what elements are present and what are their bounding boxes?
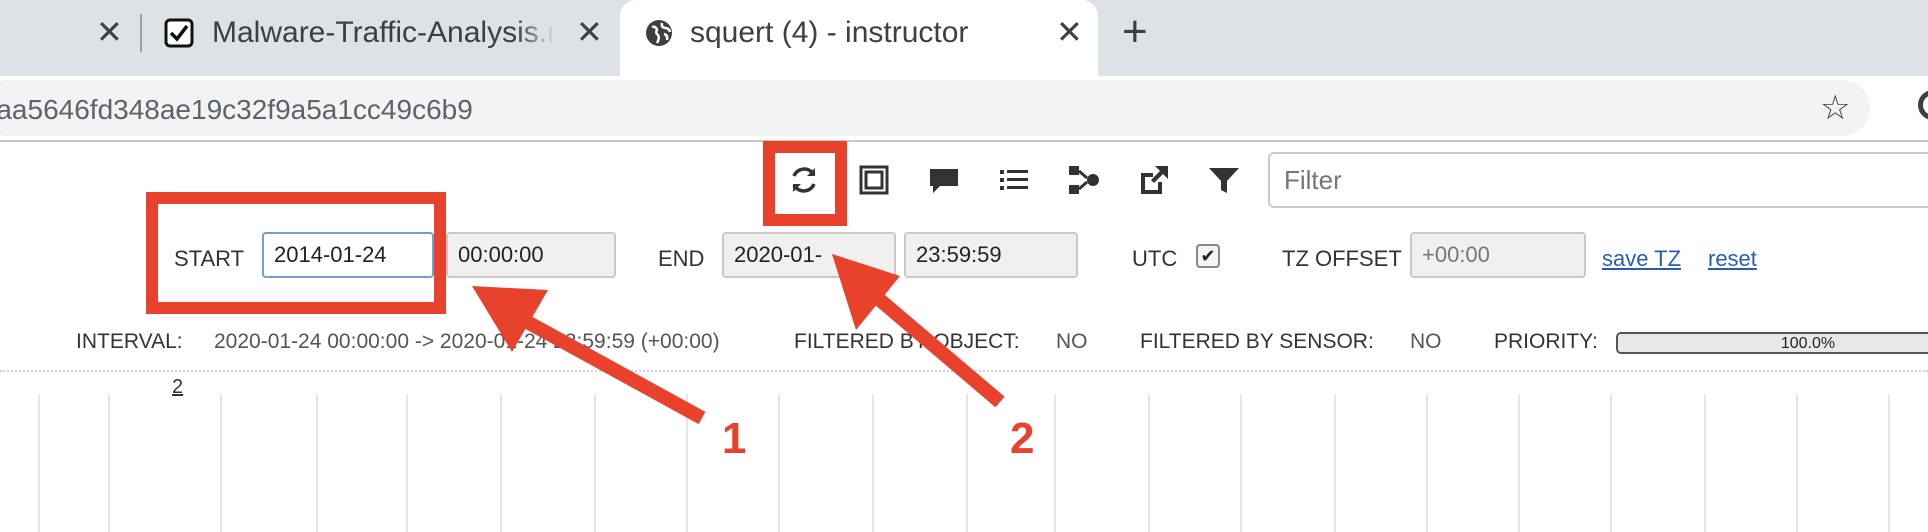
start-time-input[interactable]: 00:00:00 (446, 232, 616, 278)
tab-separator (140, 14, 142, 52)
grid-line (500, 394, 502, 532)
filter-input[interactable] (1268, 152, 1928, 208)
tz-offset-input[interactable]: +00:00 (1410, 232, 1586, 278)
tab-close-icon[interactable]: ✕ (96, 16, 123, 48)
grid-line (406, 394, 408, 532)
tab-title: Malware-Traffic-Analysis.n (212, 16, 552, 49)
grid-line (1426, 394, 1428, 532)
priority-bar: 100.0% (1616, 332, 1928, 354)
bookmark-star-icon[interactable]: ☆ (1820, 88, 1850, 128)
browser-tab-malware[interactable]: Malware-Traffic-Analysis.n ✕ (146, 0, 616, 66)
save-tz-link[interactable]: save TZ (1602, 246, 1681, 272)
grid-line (1796, 394, 1798, 532)
grid-line (778, 394, 780, 532)
utc-label: UTC (1132, 246, 1178, 271)
divider (0, 370, 1928, 372)
end-date-input[interactable]: 2020-01- (722, 232, 896, 278)
annotation-number-2: 2 (1010, 414, 1035, 463)
reset-link[interactable]: reset (1708, 246, 1757, 272)
funnel-icon[interactable] (1206, 160, 1242, 200)
external-link-icon[interactable] (1136, 160, 1172, 200)
comment-icon[interactable] (926, 160, 962, 200)
browser-toolbar: =aa5646fd348ae19c32f9a5a1cc49c6b9 ☆ (0, 76, 1928, 142)
priority-label: PRIORITY: (1494, 330, 1598, 353)
end-label: END (658, 246, 705, 271)
grid-line (38, 394, 40, 532)
tab-close-icon[interactable]: ✕ (1056, 16, 1083, 48)
checkbox-favicon-icon (164, 18, 194, 48)
tab-title: squert (4) - instructor (690, 16, 969, 49)
refresh-icon[interactable] (786, 160, 822, 200)
interval-value: 2020-01-24 00:00:00 -> 2020-01-24 23:59:… (214, 330, 720, 353)
nodes-icon[interactable] (1066, 160, 1102, 200)
start-label: START (174, 246, 245, 271)
annotation-number-1: 1 (722, 414, 747, 463)
browser-tab-partial[interactable]: ✕ (0, 0, 132, 66)
priority-percent: 100.0% (1780, 335, 1836, 352)
grid-line (220, 394, 222, 532)
square-icon[interactable] (856, 160, 892, 200)
new-tab-button[interactable]: + (1122, 10, 1148, 54)
utc-checkbox[interactable]: ✔ (1196, 244, 1220, 268)
globe-favicon-icon (644, 18, 674, 48)
browser-tab-squert[interactable]: squert (4) - instructor ✕ (620, 0, 1098, 76)
tab-close-icon[interactable]: ✕ (576, 16, 603, 48)
grid-line (872, 394, 874, 532)
tab-title-fade (516, 10, 556, 56)
url-text[interactable]: =aa5646fd348ae19c32f9a5a1cc49c6b9 (0, 94, 473, 126)
end-time-input[interactable]: 23:59:59 (904, 232, 1078, 278)
filtered-sensor-value: NO (1410, 330, 1442, 353)
profile-icon[interactable] (1918, 90, 1928, 120)
start-date-input[interactable]: 2014-01-24 (262, 232, 434, 278)
address-bar[interactable]: =aa5646fd348ae19c32f9a5a1cc49c6b9 ☆ (0, 80, 1870, 136)
grid-line (1888, 394, 1890, 532)
grid-line (316, 394, 318, 532)
grid-line (966, 394, 968, 532)
filtered-object-label: FILTERED BY OBJECT: (794, 330, 1020, 353)
grid-line (594, 394, 596, 532)
filtered-sensor-label: FILTERED BY SENSOR: (1140, 330, 1374, 353)
grid-line (1704, 394, 1706, 532)
tz-offset-label: TZ OFFSET (1282, 246, 1402, 271)
grid-line (1240, 394, 1242, 532)
grid-line (1148, 394, 1150, 532)
grid-line (1334, 394, 1336, 532)
interval-label: INTERVAL: (76, 330, 183, 353)
event-count-link[interactable]: 2 (172, 376, 183, 399)
grid-line (108, 394, 110, 532)
event-grid (0, 394, 1928, 532)
grid-line (1054, 394, 1056, 532)
list-icon[interactable] (996, 160, 1032, 200)
grid-line (1610, 394, 1612, 532)
grid-line (686, 394, 688, 532)
browser-tab-strip: ✕ Malware-Traffic-Analysis.n ✕ squert (4… (0, 0, 1928, 76)
grid-line (1518, 394, 1520, 532)
filtered-object-value: NO (1056, 330, 1088, 353)
